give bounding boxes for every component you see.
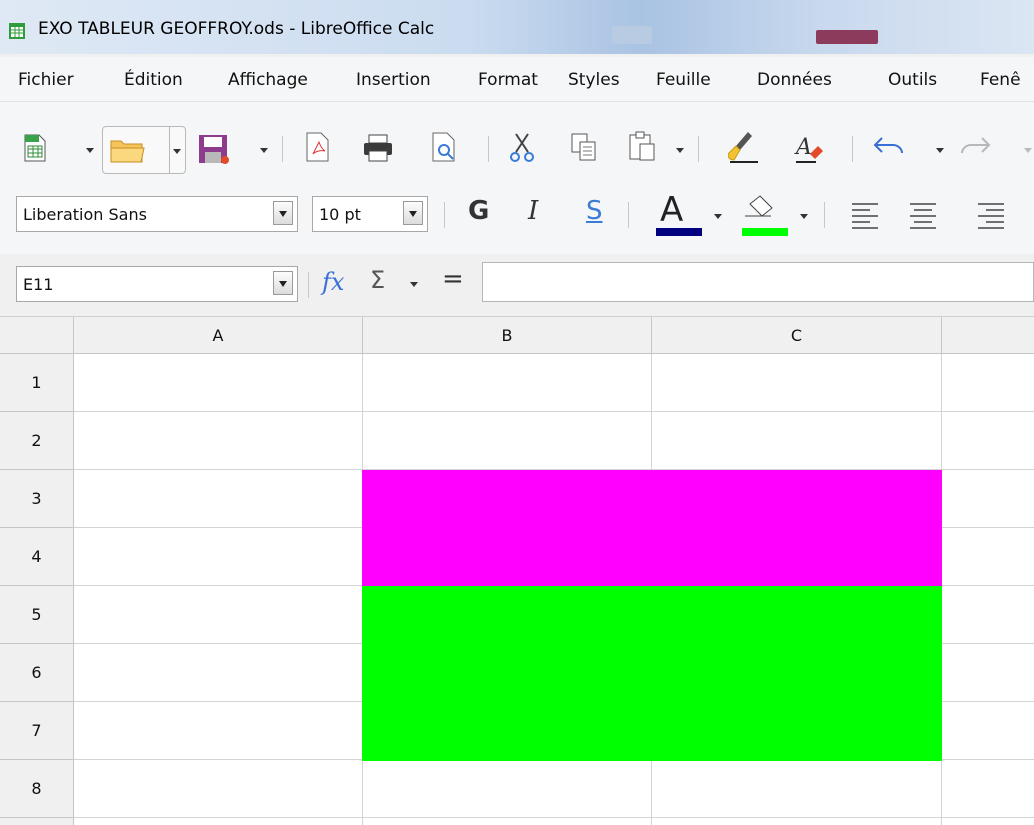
align-right-icon[interactable] <box>976 200 1006 230</box>
filled-range-magenta[interactable] <box>362 470 942 586</box>
font-size-box[interactable]: 10 pt <box>312 196 428 232</box>
toolbar-separator <box>628 202 629 228</box>
standard-toolbar: A <box>0 102 1034 180</box>
redo-icon[interactable] <box>958 134 992 160</box>
window-title: EXO TABLEUR GEOFFROY.ods - LibreOffice C… <box>38 19 435 39</box>
name-box[interactable]: E11 <box>16 266 298 302</box>
save-icon[interactable] <box>198 134 230 164</box>
paste-icon[interactable] <box>628 130 658 162</box>
title-bar-decoration <box>612 26 652 44</box>
new-spreadsheet-icon[interactable] <box>22 134 48 162</box>
menu-affichage[interactable]: Affichage <box>228 70 308 90</box>
font-size-value: 10 pt <box>319 205 361 224</box>
toolbar-separator <box>308 272 309 298</box>
open-dropdown-arrow[interactable] <box>173 149 181 154</box>
row-header[interactable]: 2 <box>0 412 74 470</box>
row-header-partial <box>0 818 74 825</box>
name-box-value: E11 <box>23 275 54 294</box>
toolbar-separator <box>852 136 853 162</box>
toolbar-separator <box>698 136 699 162</box>
italic-button[interactable]: I <box>528 196 538 226</box>
menu-edition[interactable]: Édition <box>124 70 183 90</box>
formula-button[interactable]: = <box>442 264 464 294</box>
open-button[interactable] <box>102 126 186 174</box>
calc-app-icon <box>9 23 25 39</box>
gridline <box>74 817 1034 818</box>
redo-dropdown-arrow[interactable] <box>1024 148 1032 153</box>
formula-bar: E11 fx Σ = <box>0 254 1034 317</box>
sum-dropdown-arrow[interactable] <box>410 282 418 287</box>
title-bar: EXO TABLEUR GEOFFROY.ods - LibreOffice C… <box>0 0 1034 54</box>
bold-button[interactable]: G <box>468 196 489 226</box>
save-dropdown-arrow[interactable] <box>260 148 268 153</box>
new-dropdown-arrow[interactable] <box>86 148 94 153</box>
menu-outils[interactable]: Outils <box>888 70 937 90</box>
font-color-dropdown-arrow[interactable] <box>714 214 722 219</box>
font-color-swatch <box>656 228 702 236</box>
spreadsheet-grid[interactable]: A B C 1 2 3 4 5 6 7 8 <box>0 317 1034 825</box>
print-preview-icon[interactable] <box>430 132 458 162</box>
gridline <box>74 411 1034 412</box>
formatting-toolbar: Liberation Sans 10 pt G I S A <box>0 180 1034 254</box>
print-icon[interactable] <box>362 134 394 162</box>
menu-fichier[interactable]: Fichier <box>18 70 74 90</box>
menu-feuille[interactable]: Feuille <box>656 70 711 90</box>
menu-donnees[interactable]: Données <box>757 70 832 90</box>
row-header[interactable]: 6 <box>0 644 74 702</box>
highlight-bucket-icon <box>745 195 773 217</box>
menu-fenetre[interactable]: Fenê <box>980 70 1021 90</box>
toolbar-separator <box>282 136 283 162</box>
export-pdf-icon[interactable] <box>304 132 332 162</box>
font-name-value: Liberation Sans <box>23 205 147 224</box>
copy-icon[interactable] <box>570 132 598 162</box>
svg-text:A: A <box>794 135 812 160</box>
highlight-dropdown-arrow[interactable] <box>800 214 808 219</box>
highlight-color-button[interactable] <box>736 194 790 240</box>
font-name-dropdown-button[interactable] <box>273 201 293 225</box>
paste-dropdown-arrow[interactable] <box>676 148 684 153</box>
highlight-color-swatch <box>742 228 788 236</box>
function-wizard-button[interactable]: fx <box>322 268 344 296</box>
row-header[interactable]: 4 <box>0 528 74 586</box>
font-color-button[interactable]: A <box>654 190 706 242</box>
align-center-icon[interactable] <box>908 200 938 230</box>
menu-insertion[interactable]: Insertion <box>356 70 431 90</box>
column-header-b[interactable]: B <box>363 317 652 354</box>
font-name-box[interactable]: Liberation Sans <box>16 196 298 232</box>
column-header-c[interactable]: C <box>652 317 942 354</box>
toolbar-separator <box>488 136 489 162</box>
underline-button[interactable]: S <box>586 196 603 226</box>
column-header-a[interactable]: A <box>74 317 363 354</box>
open-folder-icon <box>110 140 145 163</box>
column-header-d[interactable] <box>942 317 1034 354</box>
row-header[interactable]: 5 <box>0 586 74 644</box>
name-box-dropdown-button[interactable] <box>273 271 293 295</box>
formula-input[interactable] <box>482 262 1034 302</box>
filled-range-green[interactable] <box>362 586 942 761</box>
sum-button[interactable]: Σ <box>370 266 385 294</box>
menu-format[interactable]: Format <box>478 70 538 90</box>
toolbar-separator <box>444 202 445 228</box>
row-header[interactable]: 8 <box>0 760 74 818</box>
clone-formatting-icon[interactable] <box>728 130 760 164</box>
row-header[interactable]: 1 <box>0 354 74 412</box>
undo-dropdown-arrow[interactable] <box>936 148 944 153</box>
menu-styles[interactable]: Styles <box>568 70 620 90</box>
menu-bar: Fichier Édition Affichage Insertion Form… <box>0 57 1034 102</box>
clear-formatting-icon[interactable]: A <box>794 132 826 164</box>
align-left-icon[interactable] <box>850 200 880 230</box>
row-header[interactable]: 7 <box>0 702 74 760</box>
font-color-letter: A <box>660 190 684 230</box>
title-bar-decoration <box>816 30 878 44</box>
undo-icon[interactable] <box>872 134 906 160</box>
corner-select-all[interactable] <box>0 317 74 354</box>
cut-icon[interactable] <box>508 132 536 164</box>
font-size-dropdown-button[interactable] <box>403 201 423 225</box>
toolbar-separator <box>824 202 825 228</box>
row-header[interactable]: 3 <box>0 470 74 528</box>
